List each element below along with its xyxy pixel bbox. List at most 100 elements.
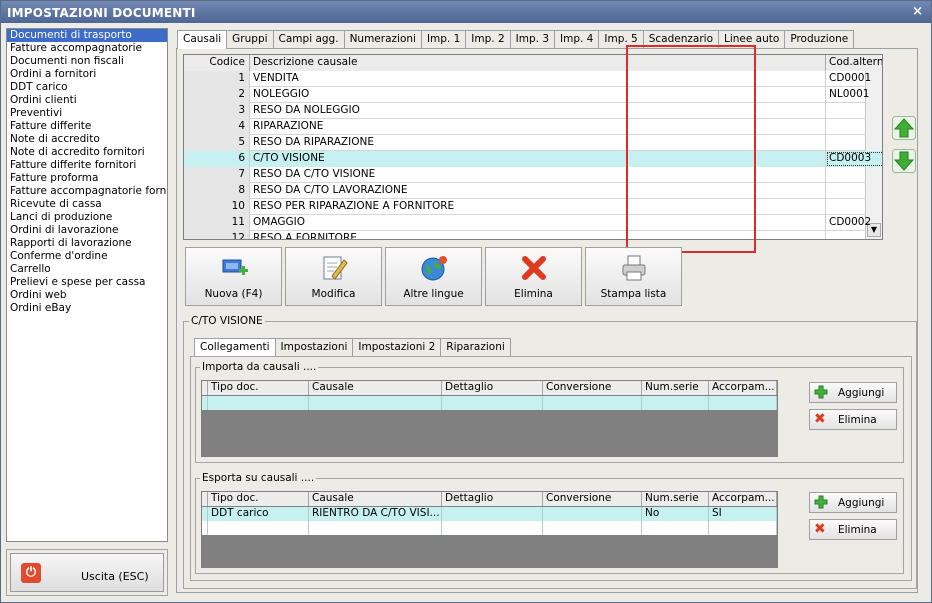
print-button[interactable]: Stampa lista [585,247,682,306]
table-row[interactable]: 4RIPARAZIONEVendita [184,119,866,135]
grid-column-header[interactable]: Tipo doc. [208,492,309,506]
grid-column-header[interactable]: Cod.alternativo [826,55,882,71]
table-row[interactable] [202,521,777,535]
sidebar-item[interactable]: Fatture proforma [7,172,167,185]
table-cell [442,507,543,521]
table-row[interactable]: 5RESO DA RIPARAZIONEVendita [184,135,866,151]
export-delete-button[interactable]: ✖ Elimina [809,519,897,540]
new-button[interactable]: Nuova (F4) [185,247,282,306]
sidebar-item[interactable]: Rapporti di lavorazione [7,237,167,250]
table-row[interactable]: 7RESO DA C/TO VISIONEVendita [184,167,866,183]
document-type-list[interactable]: Documenti di trasporto Fatture accompagna… [6,28,168,542]
detail-tab-riparazioni[interactable]: Riparazioni [440,338,511,356]
sidebar-item[interactable]: Note di accredito fornitori [7,146,167,159]
tab-imp-3[interactable]: Imp. 3 [509,30,556,48]
import-delete-button[interactable]: ✖ Elimina [809,409,897,430]
import-grid[interactable]: Tipo doc. Causale Dettaglio Conversione Num.… [201,380,778,457]
sidebar-item[interactable]: Fatture differite [7,120,167,133]
table-row[interactable]: 6C/TO VISIONECD0003Vendita [184,151,882,167]
table-cell [709,396,777,410]
tab-imp-5[interactable]: Imp. 5 [598,30,644,48]
tab-imp-1[interactable]: Imp. 1 [420,30,467,48]
grid-column-header[interactable]: Tipo doc. [208,381,309,395]
detail-tab-collegamenti[interactable]: Collegamenti [194,338,276,357]
detail-tab-impostazioni[interactable]: Impostazioni [274,338,354,356]
table-cell [543,521,642,535]
detail-tab-impostazioni-2[interactable]: Impostazioni 2 [352,338,442,356]
table-cell [642,396,709,410]
sidebar-item[interactable]: Fatture differite fornitori [7,159,167,172]
table-cell [543,396,642,410]
close-icon[interactable]: × [912,4,923,19]
export-grid[interactable]: Tipo doc. Causale Dettaglio Conversione Num.… [201,491,778,568]
grid-column-header[interactable]: Num.serie [642,492,709,506]
sidebar-item[interactable]: Fatture accompagnatorie [7,42,167,55]
tab-numerazioni[interactable]: Numerazioni [343,30,422,48]
sidebar-item[interactable]: Ordini di lavorazione [7,224,167,237]
table-row[interactable]: 1VENDITACD0001Vendita [184,71,871,87]
sidebar-item[interactable]: DDT carico [7,81,167,94]
import-group-title: Importa da causali .... [200,361,319,373]
sidebar-item[interactable]: Ordini clienti [7,94,167,107]
table-row[interactable]: 8RESO DA C/TO LAVORAZIONEVendita [184,183,866,199]
table-row[interactable]: 10RESO PER RIPARAZIONE A FORNITOREVendit… [184,199,866,215]
tab-campi-agg[interactable]: Campi agg. [272,30,345,48]
grid-column-header[interactable]: Dettaglio [442,381,543,395]
sidebar-item[interactable]: Ordini a fornitori [7,68,167,81]
grid-column-header[interactable]: Accorpam... [709,492,777,506]
grid-column-header[interactable]: Conversione [543,492,642,506]
sidebar-item[interactable]: Preventivi [7,107,167,120]
table-row[interactable]: 2NOLEGGIONL0001Vendita [184,87,869,103]
tab-scadenzario[interactable]: Scadenzario [642,30,719,48]
sidebar-item[interactable]: Documenti di trasporto [7,29,167,42]
table-cell [442,396,543,410]
import-add-button[interactable]: Aggiungi [809,382,897,403]
sidebar-item[interactable]: Prelievi e spese per cassa [7,276,167,289]
tab-linee-auto[interactable]: Linee auto [718,30,786,48]
table-cell: OMAGGIO [250,215,826,231]
table-cell [309,396,442,410]
sidebar-item[interactable]: Ordini eBay [7,302,167,315]
languages-button[interactable]: Altre lingue [385,247,482,306]
exit-button[interactable]: ⏻ Uscita (ESC) [10,553,164,592]
table-row[interactable]: 11OMAGGIOCD0002Vendita [184,215,871,231]
grid-header: Tipo doc. Causale Dettaglio Conversione Num.… [202,381,777,395]
export-add-button[interactable]: Aggiungi [809,492,897,513]
sidebar-item[interactable]: Note di accredito [7,133,167,146]
tab-gruppi[interactable]: Gruppi [226,30,274,48]
table-row[interactable] [202,396,777,410]
grid-column-header[interactable]: Codice [184,55,250,71]
move-up-icon[interactable] [892,116,916,140]
table-cell: SI [709,507,777,521]
import-delete-label: Elimina [838,414,877,426]
edit-button[interactable]: Modifica [285,247,382,306]
causali-grid[interactable]: ▲ ▼ CodiceDescrizione causaleCod.alterna… [183,54,883,240]
table-cell: 1 [184,71,250,87]
sidebar-item[interactable]: Ordini web [7,289,167,302]
grid-column-header[interactable]: Causale [309,381,442,395]
table-row[interactable]: 3RESO DA NOLEGGIOVendita [184,103,866,119]
sidebar-item[interactable]: Ricevute di cassa [7,198,167,211]
table-row[interactable]: 12 RESO A FORNITORE [184,231,866,239]
tab-causali[interactable]: Causali [177,30,228,49]
grid-column-header[interactable]: Causale [309,492,442,506]
table-row[interactable]: DDT carico RIENTRO DA C/TO VISI... No SI [202,507,777,521]
grid-column-header[interactable]: Num.serie [642,381,709,395]
move-down-icon[interactable] [892,149,916,173]
sidebar-item[interactable]: Fatture accompagnatorie fornito [7,185,167,198]
table-cell: 8 [184,183,250,199]
sidebar-item[interactable]: Carrello [7,263,167,276]
grid-column-header[interactable]: Conversione [543,381,642,395]
tab-produzione[interactable]: Produzione [784,30,855,48]
delete-button[interactable]: Elimina [485,247,582,306]
sidebar-item[interactable]: Lanci di produzione [7,211,167,224]
grid-column-header[interactable]: Dettaglio [442,492,543,506]
grid-column-header[interactable]: Accorpam... [709,381,777,395]
grid-column-header[interactable]: Descrizione causale [250,55,826,71]
sidebar-item[interactable]: Conferme d'ordine [7,250,167,263]
tab-imp-4[interactable]: Imp. 4 [554,30,600,48]
import-add-label: Aggiungi [838,387,885,399]
sidebar-item[interactable]: Documenti non fiscali [7,55,167,68]
delete-icon [522,256,546,280]
tab-imp-2[interactable]: Imp. 2 [465,30,511,48]
